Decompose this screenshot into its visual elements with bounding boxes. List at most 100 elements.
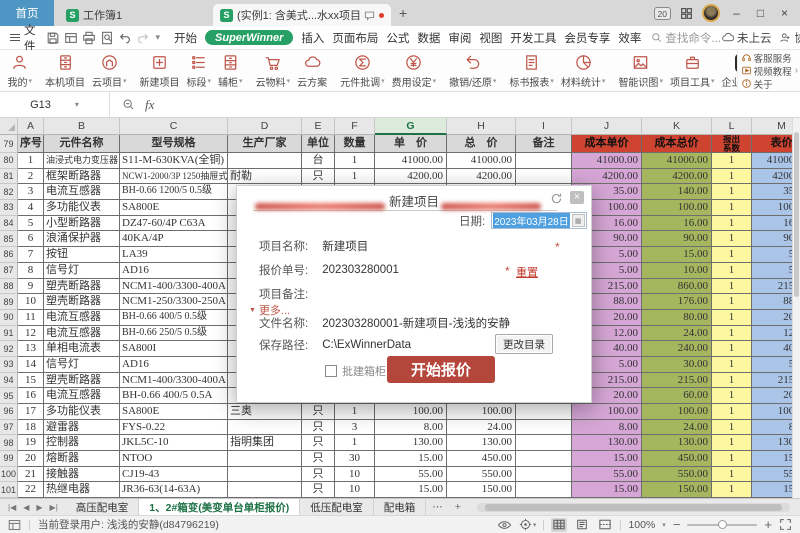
cell-C99[interactable]: NTOO <box>120 451 228 467</box>
cell-D100[interactable] <box>228 467 302 483</box>
cell-K79[interactable]: 成本总价 <box>642 135 712 153</box>
row-header-84[interactable]: 84 <box>0 216 18 232</box>
ribbon-item-云项目[interactable]: 云项目▾ <box>89 51 131 91</box>
normal-view-icon[interactable] <box>551 518 567 532</box>
row-header-97[interactable]: 97 <box>0 420 18 436</box>
cell-C87[interactable]: AD16 <box>120 263 228 279</box>
cell-A94[interactable]: 15 <box>18 373 44 389</box>
cell-A101[interactable]: 22 <box>18 482 44 498</box>
first-sheet-icon[interactable]: |◀ <box>8 503 16 512</box>
cell-I79[interactable]: 备注 <box>516 135 572 153</box>
eye-protection-icon[interactable] <box>497 519 512 531</box>
column-header-B[interactable]: B <box>44 118 120 135</box>
cell-J99[interactable]: 15.00 <box>572 451 642 467</box>
ribbon-link-视频教程[interactable]: 视频教程 <box>741 65 793 77</box>
row-header-93[interactable]: 93 <box>0 357 18 373</box>
cell-L85[interactable]: 1 <box>712 231 752 247</box>
row-header-82[interactable]: 82 <box>0 184 18 200</box>
cell-L100[interactable]: 1 <box>712 467 752 483</box>
ribbon-item-企业DHub[interactable]: db企业DHub <box>718 51 737 91</box>
cell-K93[interactable]: 30.00 <box>642 357 712 373</box>
cell-K94[interactable]: 215.00 <box>642 373 712 389</box>
cell-J81[interactable]: 4200.00 <box>572 169 642 185</box>
cell-A96[interactable]: 17 <box>18 404 44 420</box>
toolbar-caret-icon[interactable]: ▾ <box>156 32 161 43</box>
minimize-button[interactable]: – <box>729 0 744 26</box>
cell-F99[interactable]: 30 <box>335 451 375 467</box>
command-search[interactable]: 查找命令... <box>651 30 721 46</box>
collab-button[interactable]: 协作 <box>779 30 800 46</box>
cell-F79[interactable]: 数量 <box>335 135 375 153</box>
cell-H100[interactable]: 550.00 <box>447 467 516 483</box>
redo-icon[interactable] <box>136 31 150 45</box>
cell-K84[interactable]: 16.00 <box>642 216 712 232</box>
cell-B82[interactable]: 电流互感器 <box>44 184 120 200</box>
cell-G100[interactable]: 55.00 <box>375 467 447 483</box>
cell-D81[interactable]: 耐勒 <box>228 169 302 185</box>
cell-L81[interactable]: 1 <box>712 169 752 185</box>
cell-K98[interactable]: 130.00 <box>642 435 712 451</box>
vertical-scrollbar-thumb[interactable] <box>794 132 799 297</box>
cell-L90[interactable]: 1 <box>712 310 752 326</box>
cell-A82[interactable]: 3 <box>18 184 44 200</box>
cell-C93[interactable]: AD16 <box>120 357 228 373</box>
cell-A79[interactable]: 序号 <box>18 135 44 153</box>
cell-F100[interactable]: 10 <box>335 467 375 483</box>
row-header-101[interactable]: 101 <box>0 482 18 498</box>
cell-B100[interactable]: 接触器 <box>44 467 120 483</box>
cell-I101[interactable] <box>516 482 572 498</box>
cell-J97[interactable]: 8.00 <box>572 420 642 436</box>
cell-C79[interactable]: 型号规格 <box>120 135 228 153</box>
name-box[interactable]: G13 ▾ <box>0 92 110 117</box>
menu-item-开发工具[interactable]: 开发工具 <box>510 30 556 46</box>
cell-L88[interactable]: 1 <box>712 279 752 295</box>
ribbon-item-云物料[interactable]: 云物料▾ <box>252 51 294 91</box>
column-header-D[interactable]: D <box>228 118 302 135</box>
row-header-94[interactable]: 94 <box>0 373 18 389</box>
cell-A87[interactable]: 8 <box>18 263 44 279</box>
cell-A90[interactable]: 11 <box>18 310 44 326</box>
cell-C94[interactable]: NCM1-400/3300-400A <box>120 373 228 389</box>
cell-F80[interactable]: 1 <box>335 153 375 169</box>
cell-G98[interactable]: 130.00 <box>375 435 447 451</box>
column-header-J[interactable]: J <box>572 118 642 135</box>
center-target-icon[interactable]: ▾ <box>519 518 537 531</box>
cell-A89[interactable]: 10 <box>18 294 44 310</box>
cell-K83[interactable]: 100.00 <box>642 200 712 216</box>
cell-C98[interactable]: JKL5C-10 <box>120 435 228 451</box>
menu-item-会员专享[interactable]: 会员专享 <box>564 30 610 46</box>
cell-C80[interactable]: S11-M-630KVA(全铜) <box>120 153 228 169</box>
cell-L79[interactable]: 报出系数 <box>712 135 752 153</box>
name-box-caret-icon[interactable]: ▾ <box>75 100 79 109</box>
cell-A88[interactable]: 9 <box>18 279 44 295</box>
row-header-80[interactable]: 80 <box>0 153 18 169</box>
cell-A98[interactable]: 19 <box>18 435 44 451</box>
start-quote-button[interactable]: 开始报价 <box>387 356 495 383</box>
cell-B90[interactable]: 电流互感器 <box>44 310 120 326</box>
cell-K85[interactable]: 90.00 <box>642 231 712 247</box>
cell-F101[interactable]: 10 <box>335 482 375 498</box>
maximize-button[interactable]: □ <box>753 0 768 26</box>
ribbon-scroll-icon[interactable]: › <box>793 65 800 76</box>
cell-C90[interactable]: BH-0.66 400/5 0.5级 <box>120 310 228 326</box>
column-header-H[interactable]: H <box>447 118 516 135</box>
ribbon-link-客服服务[interactable]: 客服服务 <box>741 52 793 64</box>
project-name-input[interactable]: 新建项目 <box>322 238 368 254</box>
cell-L98[interactable]: 1 <box>712 435 752 451</box>
cell-J79[interactable]: 成本单价 <box>572 135 642 153</box>
column-header-L[interactable]: L <box>712 118 752 135</box>
dialog-close-icon[interactable]: × <box>570 191 584 204</box>
cell-J98[interactable]: 130.00 <box>572 435 642 451</box>
cell-E81[interactable]: 只 <box>302 169 335 185</box>
zoom-level[interactable]: 100% <box>628 519 655 531</box>
cell-K81[interactable]: 4200.00 <box>642 169 712 185</box>
cell-H80[interactable]: 41000.00 <box>447 153 516 169</box>
cell-F96[interactable]: 1 <box>335 404 375 420</box>
cell-K92[interactable]: 240.00 <box>642 341 712 357</box>
cell-H99[interactable]: 450.00 <box>447 451 516 467</box>
cell-I98[interactable] <box>516 435 572 451</box>
ribbon-link-关于[interactable]: 关于 <box>741 78 793 90</box>
cell-A91[interactable]: 12 <box>18 326 44 342</box>
new-tab-button[interactable]: + <box>399 6 407 20</box>
ribbon-item-费用设定[interactable]: 费用设定▾ <box>388 51 440 91</box>
